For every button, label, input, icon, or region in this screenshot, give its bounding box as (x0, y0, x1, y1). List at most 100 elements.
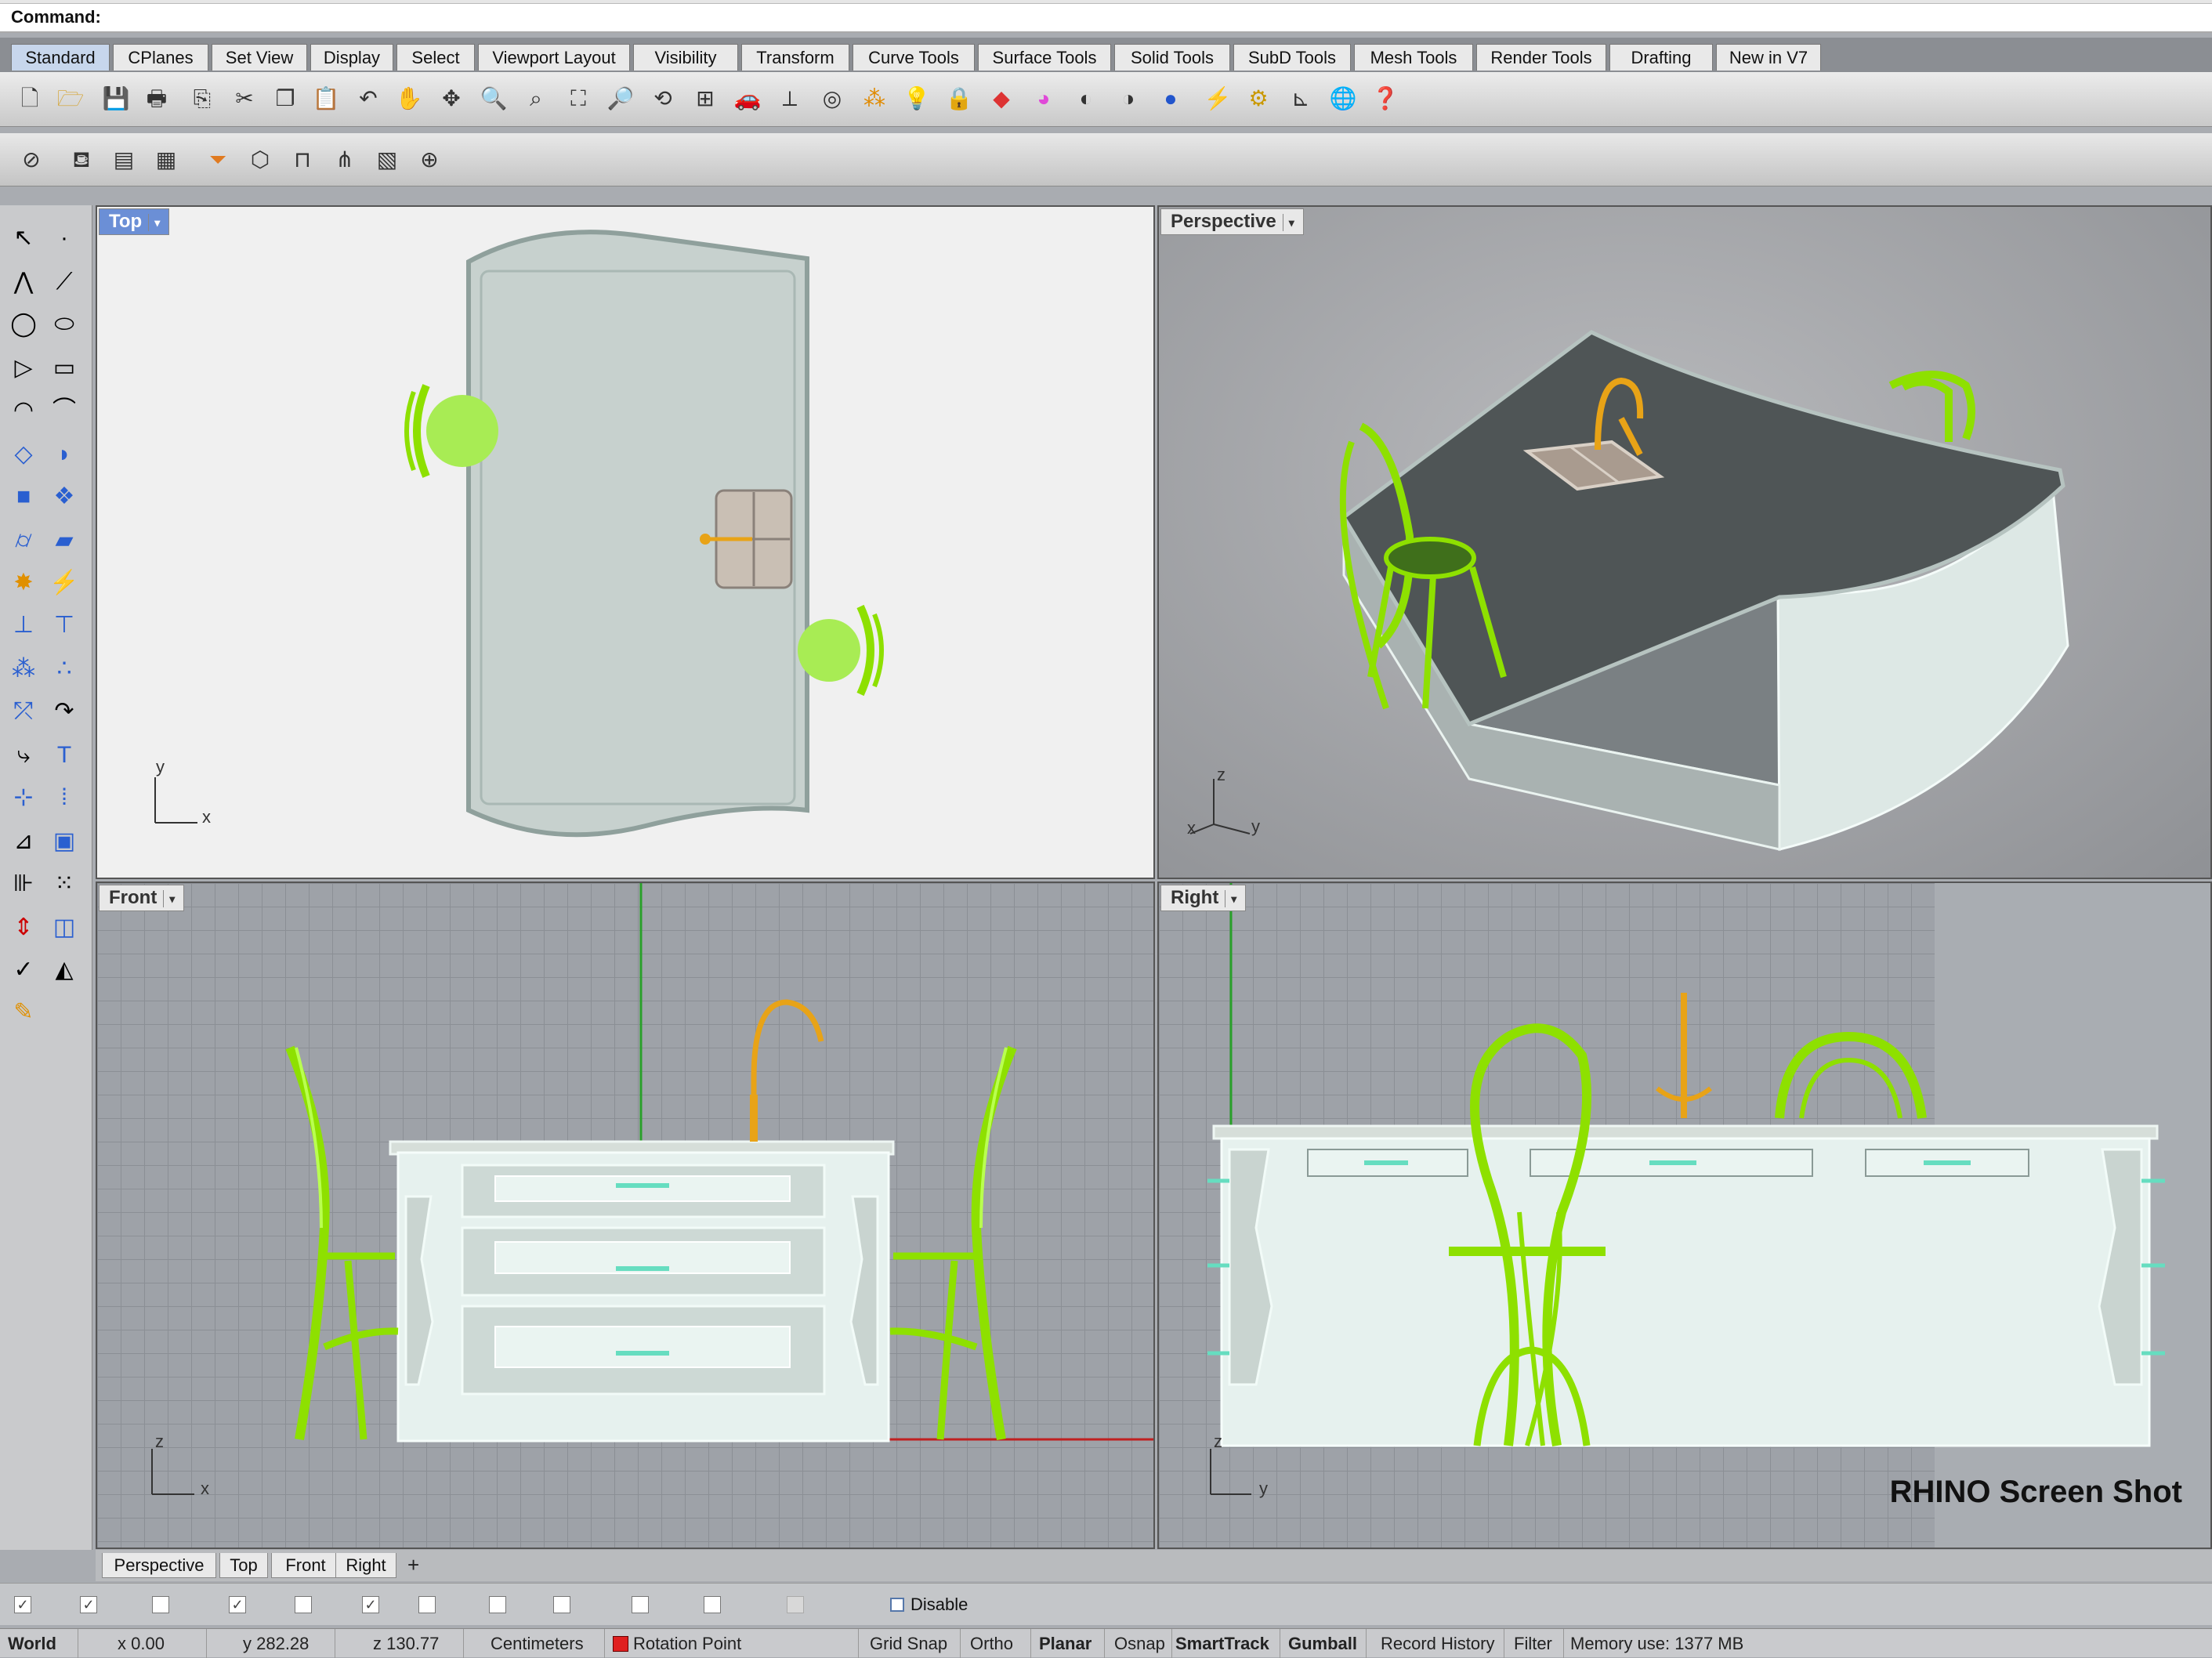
tab-select[interactable]: Select (396, 44, 475, 71)
check-object-icon[interactable]: ⊘ (16, 144, 47, 176)
tab-new-in-v7[interactable]: New in V7 (1716, 44, 1821, 71)
table-icon[interactable]: ⊓ (287, 144, 318, 176)
material-icon[interactable]: ◆ (986, 83, 1017, 114)
vptab-right[interactable]: Right (335, 1553, 396, 1578)
status-planar[interactable]: Planar (1031, 1629, 1105, 1658)
panel-icon[interactable]: ▦ (150, 144, 182, 176)
undo-icon[interactable]: ↶ (353, 83, 384, 114)
chevron-down-icon[interactable]: ▾ (148, 214, 165, 231)
undo-view-icon[interactable]: ⟲ (647, 83, 679, 114)
tab-display[interactable]: Display (310, 44, 393, 71)
group-icon[interactable]: ⁂ (6, 652, 41, 686)
viewport-front[interactable]: Front ▾ z x (96, 881, 1155, 1549)
tab-drafting[interactable]: Drafting (1609, 44, 1713, 71)
options-gear-icon[interactable]: ⚙ (1243, 83, 1274, 114)
color-wheel-icon[interactable]: ◕ (1028, 83, 1059, 114)
tab-cplanes[interactable]: CPlanes (113, 44, 208, 71)
viewport-title-front[interactable]: Front ▾ (99, 885, 185, 911)
fence-icon[interactable]: ⊪ (6, 867, 41, 901)
disable-checkbox[interactable] (890, 1598, 904, 1612)
render-sphere-icon[interactable]: ● (1155, 83, 1186, 114)
dot-grid-icon[interactable]: ⁙ (47, 867, 81, 901)
status-gumball[interactable]: Gumball (1280, 1629, 1367, 1658)
dimension-icon[interactable]: ⊾ (1285, 83, 1316, 114)
osnap-checkbox-project[interactable] (787, 1596, 804, 1613)
help-icon[interactable]: ❓ (1370, 83, 1401, 114)
chevron-down-icon[interactable]: ▾ (1225, 890, 1242, 907)
select-arrow-icon[interactable]: ↖ (6, 221, 41, 255)
osnap-checkbox-near[interactable]: ✓ (80, 1596, 97, 1613)
split-icon[interactable]: ⊤ (47, 608, 81, 643)
burst-icon[interactable]: ⚡ (47, 566, 81, 600)
lock-icon[interactable]: 🔒 (943, 83, 975, 114)
mesh-plane-icon[interactable]: ▰ (47, 523, 81, 558)
import-icon[interactable]: ⎘ (186, 83, 218, 114)
osnap-checkbox-int[interactable]: ✓ (362, 1596, 379, 1613)
polyline-icon[interactable]: ⋀ (6, 265, 41, 299)
array-icon[interactable]: ⊹ (6, 780, 41, 815)
cube-shaded-icon[interactable]: ▣ (47, 824, 81, 859)
status-grid-snap[interactable]: Grid Snap (859, 1629, 961, 1658)
status-smarttrack[interactable]: SmartTrack (1172, 1629, 1280, 1658)
cylinder-icon[interactable]: ⌭ (6, 523, 41, 558)
tab-visibility[interactable]: Visibility (633, 44, 738, 71)
save-icon[interactable]: 💾 (100, 83, 132, 114)
tab-transform[interactable]: Transform (741, 44, 849, 71)
ellipse-icon[interactable]: ⬭ (47, 307, 81, 342)
vptab-perspective[interactable]: Perspective (102, 1553, 216, 1578)
tab-mesh-tools[interactable]: Mesh Tools (1354, 44, 1473, 71)
shaded-sphere-icon[interactable]: ◐ (1070, 83, 1102, 114)
osnap-checkbox-point[interactable] (152, 1596, 169, 1613)
dimension-vertical-icon[interactable]: ⇕ (6, 910, 41, 945)
tab-viewport-layout[interactable]: Viewport Layout (478, 44, 630, 71)
box-icon[interactable]: ⬡ (244, 144, 276, 176)
vptab-front[interactable]: Front (271, 1553, 340, 1578)
grid-array-icon[interactable]: ⁞ (47, 780, 81, 815)
rectangle-icon[interactable]: ▭ (47, 351, 81, 386)
boolean-union-icon[interactable]: ❖ (47, 480, 81, 514)
tab-render-tools[interactable]: Render Tools (1476, 44, 1606, 71)
status-ortho[interactable]: Ortho (961, 1629, 1031, 1658)
teapot-icon[interactable]: ⛾ (66, 144, 97, 176)
osnap-checkbox-cen[interactable] (295, 1596, 312, 1613)
layers-stack-icon[interactable]: ▤ (108, 144, 139, 176)
select-points-icon[interactable]: ⁂ (859, 83, 890, 114)
viewport-title-top[interactable]: Top ▾ (99, 208, 170, 235)
explode-icon[interactable]: ✸ (6, 566, 41, 600)
render-light-icon[interactable]: ⚡ (1202, 83, 1233, 114)
arc-icon[interactable]: ◠ (6, 393, 41, 428)
surface-edge-icon[interactable]: ◗ (47, 437, 81, 472)
open-folder-icon[interactable]: 🗁 (55, 83, 86, 114)
osnap-checkbox-vertex[interactable] (704, 1596, 721, 1613)
status-osnap[interactable]: Osnap (1105, 1629, 1172, 1658)
cut-icon[interactable]: ✂ (229, 83, 260, 114)
osnap-checkbox-knot[interactable] (632, 1596, 649, 1613)
paste-icon[interactable]: 📋 (310, 83, 342, 114)
cplane-icon[interactable]: ⟂ (774, 83, 806, 114)
tab-surface-tools[interactable]: Surface Tools (978, 44, 1111, 71)
circle-icon[interactable]: ◯ (6, 307, 41, 342)
osnap-icon[interactable]: ◎ (816, 83, 848, 114)
zoom-icon[interactable]: 🔍 (478, 83, 509, 114)
osnap-checkbox-quad[interactable] (553, 1596, 570, 1613)
car-icon[interactable]: 🚗 (732, 83, 763, 114)
hatch-icon[interactable]: ▧ (371, 144, 403, 176)
status-filter[interactable]: Filter (1504, 1629, 1564, 1658)
transform-icon[interactable]: ⤱ (6, 694, 41, 729)
surface-corners-icon[interactable]: ◇ (6, 437, 41, 472)
render-pen-icon[interactable]: ✎ (6, 995, 41, 1030)
command-input[interactable] (107, 5, 2199, 28)
tab-standard[interactable]: Standard (11, 44, 110, 71)
status-units[interactable]: Centimeters (464, 1629, 605, 1658)
viewport-title-perspective[interactable]: Perspective ▾ (1160, 208, 1304, 235)
curve-cv-icon[interactable]: ⟋ (47, 265, 81, 299)
copy-icon[interactable]: ❐ (270, 83, 301, 114)
viewport-perspective[interactable]: Perspective ▾ z y x (1157, 205, 2212, 879)
osnap-checkbox-mid[interactable]: ✓ (229, 1596, 246, 1613)
new-file-icon[interactable]: 🗋 (14, 83, 45, 114)
trim-icon[interactable]: ⊥ (6, 608, 41, 643)
rendered-sphere-icon[interactable]: ◑ (1113, 83, 1144, 114)
polygon-icon[interactable]: ▷ (6, 351, 41, 386)
vptab-top[interactable]: Top (219, 1553, 268, 1578)
tab-subd-tools[interactable]: SubD Tools (1233, 44, 1351, 71)
